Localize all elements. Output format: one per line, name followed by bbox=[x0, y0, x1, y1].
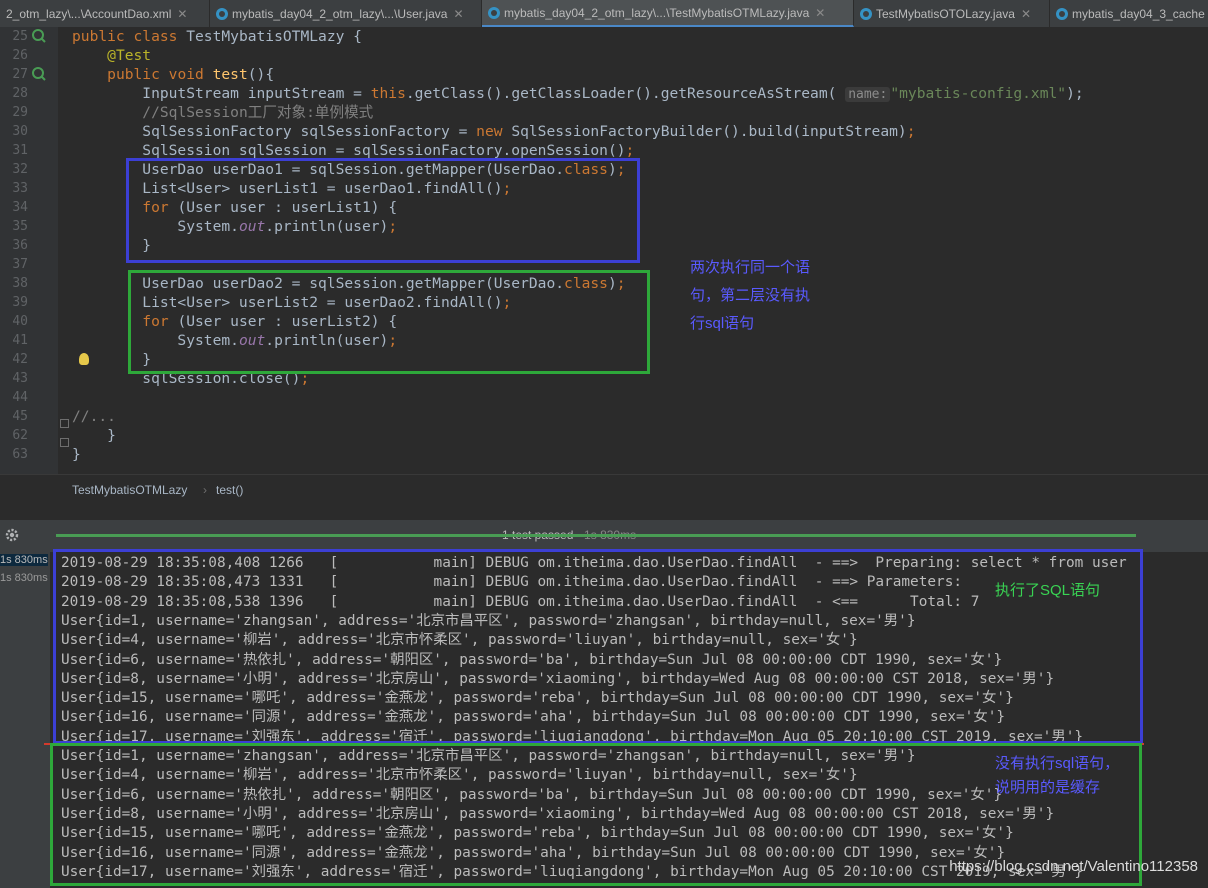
gear-icon[interactable] bbox=[4, 527, 20, 543]
code-editor[interactable]: 25 26 27 28 29 30 31 32 33 34 35 36 37 3… bbox=[0, 27, 1208, 474]
line-number: 35 bbox=[12, 219, 28, 234]
first-query-highlight-box bbox=[126, 158, 640, 263]
line-number: 32 bbox=[12, 162, 28, 177]
console-annotation-cached: 没有执行sql语句， 说明用的是缓存 bbox=[995, 752, 1119, 800]
line-number: 34 bbox=[12, 200, 28, 215]
fold-collapse-icon[interactable] bbox=[60, 438, 69, 447]
code-line: //... bbox=[72, 407, 116, 426]
folded-region[interactable]: //... bbox=[72, 408, 116, 425]
line-number: 31 bbox=[12, 143, 28, 158]
tab-test-otm-lazy[interactable]: mybatis_day04_2_otm_lazy\...\TestMybatis… bbox=[482, 0, 854, 27]
code-line: //SqlSession工厂对象:单例模式 bbox=[72, 103, 373, 122]
test-progress-bar bbox=[56, 534, 1136, 537]
annotation-line: 行sql语句 bbox=[690, 315, 755, 332]
run-test-icon[interactable] bbox=[32, 67, 46, 81]
tab-user-java[interactable]: mybatis_day04_2_otm_lazy\...\User.java ✕ bbox=[210, 0, 482, 27]
code-line: SqlSessionFactory sqlSessionFactory = ne… bbox=[72, 123, 916, 140]
line-number: 39 bbox=[12, 295, 28, 310]
annotation-line: 没有执行sql语句， bbox=[995, 755, 1120, 772]
editor-annotation: 两次执行同一个语 句，第二层没有执 行sql语句 bbox=[690, 254, 810, 338]
code-line: InputStream inputStream = this.getClass(… bbox=[72, 85, 1084, 102]
line-number: 62 bbox=[12, 428, 28, 443]
tab-label: mybatis_day04_3_cache bbox=[1072, 6, 1205, 21]
line-number: 63 bbox=[12, 447, 28, 462]
test-time[interactable]: 1s 830ms bbox=[0, 572, 48, 584]
close-icon[interactable]: ✕ bbox=[815, 6, 825, 20]
code-line: } bbox=[72, 446, 81, 463]
tab-label: mybatis_day04_2_otm_lazy\...\TestMybatis… bbox=[504, 5, 810, 20]
annotation-line: 两次执行同一个语 bbox=[690, 259, 811, 276]
fold-expand-icon[interactable] bbox=[60, 419, 69, 428]
line-number: 43 bbox=[12, 371, 28, 386]
close-icon[interactable]: ✕ bbox=[1021, 7, 1031, 21]
tab-label: mybatis_day04_2_otm_lazy\...\User.java bbox=[232, 6, 448, 21]
run-test-icon[interactable] bbox=[32, 29, 46, 43]
tab-test-oto-lazy[interactable]: TestMybatisOTOLazy.java ✕ bbox=[854, 0, 1050, 27]
line-number: 45 bbox=[12, 409, 28, 424]
editor-tab-bar: 2_otm_lazy\...\AccountDao.xml ✕ mybatis_d… bbox=[0, 0, 1208, 28]
close-icon[interactable]: ✕ bbox=[177, 7, 187, 21]
line-number: 30 bbox=[12, 124, 28, 139]
line-number: 36 bbox=[12, 238, 28, 253]
line-number: 33 bbox=[12, 181, 28, 196]
annotation-line: 句，第二层没有执 bbox=[690, 287, 811, 304]
param-hint: name: bbox=[845, 87, 891, 102]
line-number: 25 bbox=[12, 29, 28, 44]
code-line: public void test(){ bbox=[107, 66, 275, 83]
tab-day04-3-cache[interactable]: mybatis_day04_3_cache bbox=[1050, 0, 1208, 27]
java-class-icon bbox=[860, 7, 872, 20]
watermark: https://blog.csdn.net/Valentino112358 bbox=[949, 858, 1198, 875]
line-number: 38 bbox=[12, 276, 28, 291]
config-string: "mybatis-config.xml" bbox=[890, 85, 1067, 102]
breadcrumb-separator: › bbox=[203, 483, 207, 497]
line-number: 41 bbox=[12, 333, 28, 348]
test-time[interactable]: 1s 830ms bbox=[0, 554, 48, 566]
breadcrumb-method[interactable]: test() bbox=[216, 483, 243, 497]
tab-account-dao-xml[interactable]: 2_otm_lazy\...\AccountDao.xml ✕ bbox=[0, 0, 210, 27]
line-number: 26 bbox=[12, 48, 28, 63]
close-icon[interactable]: ✕ bbox=[453, 7, 463, 21]
first-output-highlight-box bbox=[53, 549, 1143, 744]
console-annotation-executed: 执行了SQL语句 bbox=[995, 582, 1101, 599]
java-class-icon bbox=[216, 7, 228, 20]
code-line: public class TestMybatisOTMLazy { bbox=[72, 28, 362, 45]
breadcrumb-class[interactable]: TestMybatisOTMLazy bbox=[72, 483, 187, 497]
test-tree: 1s 830ms 1s 830ms bbox=[0, 552, 50, 888]
line-number: 42 bbox=[12, 352, 28, 367]
annotation-line: 说明用的是缓存 bbox=[995, 779, 1101, 796]
panel-separator bbox=[0, 502, 1208, 520]
second-query-highlight-box bbox=[128, 270, 650, 374]
code-line: @Test bbox=[107, 47, 152, 64]
line-number: 29 bbox=[12, 105, 28, 120]
line-number: 27 bbox=[12, 67, 28, 82]
tab-label: 2_otm_lazy\...\AccountDao.xml bbox=[6, 6, 172, 21]
code-comment: //SqlSession工厂对象:单例模式 bbox=[142, 104, 374, 121]
java-class-icon bbox=[488, 6, 500, 19]
code-line: } bbox=[72, 427, 116, 444]
line-number: 28 bbox=[12, 86, 28, 101]
tab-label: TestMybatisOTOLazy.java bbox=[876, 6, 1015, 21]
line-number: 40 bbox=[12, 314, 28, 329]
line-number: 44 bbox=[12, 390, 28, 405]
java-class-icon bbox=[1056, 7, 1068, 20]
breadcrumb: TestMybatisOTMLazy › test() bbox=[0, 474, 1208, 503]
line-number: 37 bbox=[12, 257, 28, 272]
